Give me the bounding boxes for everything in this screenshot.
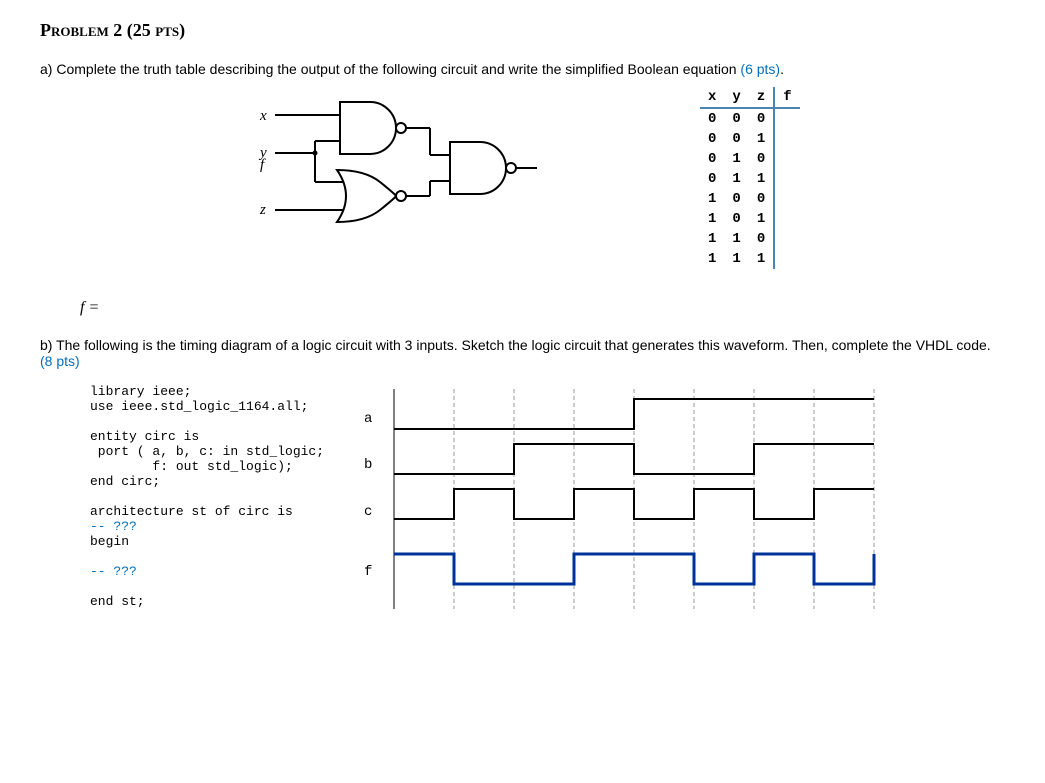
tt-cell <box>774 108 799 129</box>
tt-cell: 0 <box>700 169 724 189</box>
truth-table: x y z f 000001010011100101110111 <box>700 87 800 269</box>
tt-cell: 0 <box>749 229 774 249</box>
tt-cell: 0 <box>700 129 724 149</box>
tt-cell: 1 <box>749 129 774 149</box>
signal-f-label: f <box>364 564 372 580</box>
problem-title: Problem 2 (25 pts) <box>40 20 1005 41</box>
signal-b-label: b <box>364 457 372 473</box>
tt-cell: 1 <box>749 209 774 229</box>
tt-cell: 1 <box>724 169 748 189</box>
tt-cell: 1 <box>724 229 748 249</box>
signal-a-label: a <box>364 411 372 427</box>
part-b-pts: (8 pts) <box>40 353 80 369</box>
tt-cell <box>774 229 799 249</box>
part-b-text: The following is the timing diagram of a… <box>56 337 991 353</box>
vhdl-code: library ieee; use ieee.std_logic_1164.al… <box>90 384 324 609</box>
part-a: a) Complete the truth table describing t… <box>40 61 1005 317</box>
tt-cell: 0 <box>749 189 774 209</box>
tt-cell: 0 <box>724 108 748 129</box>
part-a-pts: (6 pts) <box>740 61 780 77</box>
tt-cell <box>774 169 799 189</box>
tt-cell: 0 <box>700 108 724 129</box>
th-y: y <box>724 87 748 108</box>
tt-cell: 1 <box>724 149 748 169</box>
tt-cell: 0 <box>749 149 774 169</box>
tt-cell <box>774 249 799 269</box>
th-x: x <box>700 87 724 108</box>
timing-diagram: a b c f <box>364 389 884 609</box>
part-b: b) The following is the timing diagram o… <box>40 337 1005 609</box>
tt-cell: 0 <box>749 108 774 129</box>
part-a-period: . <box>780 61 784 77</box>
circuit-diagram: x y z f <box>260 97 600 267</box>
tt-cell: 0 <box>700 149 724 169</box>
input-z-label: z <box>260 202 266 219</box>
tt-cell: 1 <box>700 229 724 249</box>
tt-cell <box>774 209 799 229</box>
tt-cell: 1 <box>749 249 774 269</box>
tt-cell <box>774 149 799 169</box>
part-b-label: b) <box>40 337 52 353</box>
input-x-label: x <box>260 108 267 125</box>
tt-cell: 1 <box>700 189 724 209</box>
boolean-equation: f = <box>80 299 1005 317</box>
tt-cell: 0 <box>724 189 748 209</box>
th-f: f <box>774 87 799 108</box>
signal-c-label: c <box>364 504 372 520</box>
tt-cell: 0 <box>724 209 748 229</box>
tt-cell: 1 <box>700 209 724 229</box>
tt-cell: 0 <box>724 129 748 149</box>
th-z: z <box>749 87 774 108</box>
tt-cell <box>774 189 799 209</box>
tt-cell: 1 <box>749 169 774 189</box>
part-a-text: Complete the truth table describing the … <box>56 61 740 77</box>
tt-cell <box>774 129 799 149</box>
part-a-label: a) <box>40 61 52 77</box>
tt-cell: 1 <box>724 249 748 269</box>
output-f-label: f <box>260 157 264 174</box>
tt-cell: 1 <box>700 249 724 269</box>
